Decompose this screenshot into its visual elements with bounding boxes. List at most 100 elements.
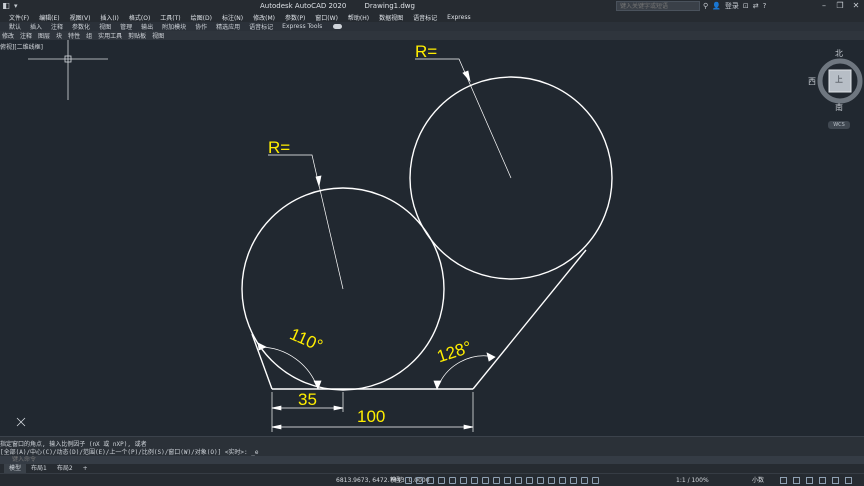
viewcube-top-face[interactable]: 上	[835, 74, 843, 85]
menu-item[interactable]: Express	[447, 14, 470, 21]
panel-annotation[interactable]: 注释	[20, 31, 32, 40]
app-menu-icon[interactable]: ◧	[0, 0, 12, 12]
menu-item[interactable]: 窗口(W)	[315, 13, 338, 22]
radius-leader-1[interactable]	[268, 154, 344, 290]
ortho-icon[interactable]	[449, 477, 456, 484]
menu-item[interactable]: 标注(N)	[222, 13, 243, 22]
annotation-visibility-icon[interactable]	[581, 477, 588, 484]
selection-cycling-icon[interactable]	[526, 477, 533, 484]
menu-item[interactable]: 编辑(E)	[39, 13, 59, 22]
tab-featured-apps[interactable]: 精选应用	[216, 22, 240, 31]
dynamic-input-icon[interactable]	[438, 477, 445, 484]
menu-item[interactable]: 工具(T)	[160, 13, 180, 22]
tab-parametric[interactable]: 参数化	[72, 22, 90, 31]
panel-groups[interactable]: 组	[86, 31, 92, 40]
panel-utilities[interactable]: 实用工具	[98, 31, 122, 40]
menu-item[interactable]: 数据视图	[379, 13, 403, 22]
clean-screen-icon[interactable]	[832, 477, 839, 484]
tab-collaborate[interactable]: 协作	[195, 22, 207, 31]
tab-insert[interactable]: 插入	[30, 22, 42, 31]
menu-item[interactable]: 帮助(H)	[348, 13, 369, 22]
3d-osnap-icon[interactable]	[537, 477, 544, 484]
compass-west[interactable]: 西	[808, 76, 816, 87]
menu-item[interactable]: 语音标记	[413, 13, 437, 22]
user-icon[interactable]: 👤	[712, 2, 721, 10]
units-display[interactable]: 小数	[752, 474, 764, 486]
tab-addins[interactable]: 附加模块	[162, 22, 186, 31]
lineweight-icon[interactable]	[504, 477, 511, 484]
compass-north[interactable]: 北	[835, 48, 843, 59]
menu-item[interactable]: 绘图(D)	[191, 13, 212, 22]
compass-south[interactable]: 南	[835, 102, 843, 113]
radius-label-1[interactable]: R=	[268, 138, 290, 157]
tab-view[interactable]: 视图	[99, 22, 111, 31]
panel-layers[interactable]: 图层	[38, 31, 50, 40]
tab-layout1[interactable]: 布局1	[26, 464, 52, 473]
viewport-controls-label[interactable]: 俯视][二维线框]	[0, 42, 43, 51]
isolate-objects-icon[interactable]	[806, 477, 813, 484]
panel-properties[interactable]: 特性	[68, 31, 80, 40]
wcs-menu[interactable]: WCS	[828, 121, 850, 129]
auto-scale-icon[interactable]	[592, 477, 599, 484]
model-space-toggle[interactable]: 模型	[390, 474, 402, 486]
lock-ui-icon[interactable]	[793, 477, 800, 484]
dynamic-ucs-icon[interactable]	[548, 477, 555, 484]
restore-icon[interactable]: ❐	[832, 0, 848, 12]
dim-label-100[interactable]: 100	[357, 407, 385, 426]
menu-item[interactable]: 插入(I)	[100, 13, 118, 22]
angle-arc-110[interactable]	[259, 346, 319, 390]
tab-annotate[interactable]: 注释	[51, 22, 63, 31]
selection-filter-icon[interactable]	[559, 477, 566, 484]
object-snap-icon[interactable]	[493, 477, 500, 484]
exchange-icon[interactable]: ⇄	[753, 2, 759, 10]
tab-layout2[interactable]: 布局2	[52, 464, 78, 473]
tab-model[interactable]: 模型	[4, 464, 27, 473]
dim-label-35[interactable]: 35	[298, 390, 317, 409]
tab-default[interactable]: 默认	[9, 22, 21, 31]
drawing-svg[interactable]: R= R= 110° 128° 35 100	[0, 27, 864, 436]
search-input[interactable]	[616, 1, 700, 11]
help-icon[interactable]: ?	[763, 2, 767, 10]
tab-voice-markup[interactable]: 语音标记	[249, 22, 273, 31]
binoculars-icon[interactable]: ⚲	[703, 2, 708, 10]
quick-access-dropdown-icon[interactable]: ▾	[14, 2, 18, 10]
annotation-scale[interactable]: 1:1 / 100%	[676, 474, 709, 486]
quick-properties-icon[interactable]	[780, 477, 787, 484]
customization-menu-icon[interactable]	[845, 477, 852, 484]
panel-view[interactable]: 视图	[152, 31, 164, 40]
tab-express-tools[interactable]: Express Tools	[282, 23, 322, 30]
add-layout-button[interactable]: +	[78, 464, 93, 473]
panel-block[interactable]: 块	[56, 31, 62, 40]
object-snap-tracking-icon[interactable]	[482, 477, 489, 484]
isodraft-icon[interactable]	[471, 477, 478, 484]
angle-label-110[interactable]: 110°	[287, 324, 326, 355]
login-link[interactable]: 登录	[725, 1, 739, 11]
radius-label-2[interactable]: R=	[415, 42, 437, 61]
right-side-line[interactable]	[472, 249, 587, 390]
hardware-acceleration-icon[interactable]	[819, 477, 826, 484]
snap-icon[interactable]	[416, 477, 423, 484]
grid-icon[interactable]	[405, 477, 412, 484]
menu-item[interactable]: 修改(M)	[253, 13, 275, 22]
menu-item[interactable]: 格式(O)	[129, 13, 150, 22]
tab-manage[interactable]: 管理	[120, 22, 132, 31]
menu-item[interactable]: 参数(P)	[285, 13, 305, 22]
panel-modify[interactable]: 修改	[2, 31, 14, 40]
left-side-line[interactable]	[251, 333, 273, 390]
infer-icon[interactable]	[427, 477, 434, 484]
drawing-canvas[interactable]: R= R= 110° 128° 35 100	[0, 27, 864, 436]
transparency-icon[interactable]	[515, 477, 522, 484]
ribbon-toggle-icon[interactable]	[333, 24, 343, 29]
angle-label-128[interactable]: 128°	[435, 337, 474, 366]
gizmo-icon[interactable]	[570, 477, 577, 484]
cart-icon[interactable]: ⊡	[743, 2, 749, 10]
polar-icon[interactable]	[460, 477, 467, 484]
menu-item[interactable]: 视图(V)	[70, 13, 91, 22]
close-icon[interactable]: ✕	[848, 0, 864, 12]
viewcube[interactable]: 北 西 上 南	[806, 45, 864, 131]
panel-clipboard[interactable]: 剪贴板	[128, 31, 146, 40]
minimize-icon[interactable]: –	[816, 0, 832, 12]
tab-output[interactable]: 输出	[141, 22, 153, 31]
menu-item[interactable]: 文件(F)	[9, 13, 29, 22]
angle-arrow-128b	[486, 352, 496, 362]
